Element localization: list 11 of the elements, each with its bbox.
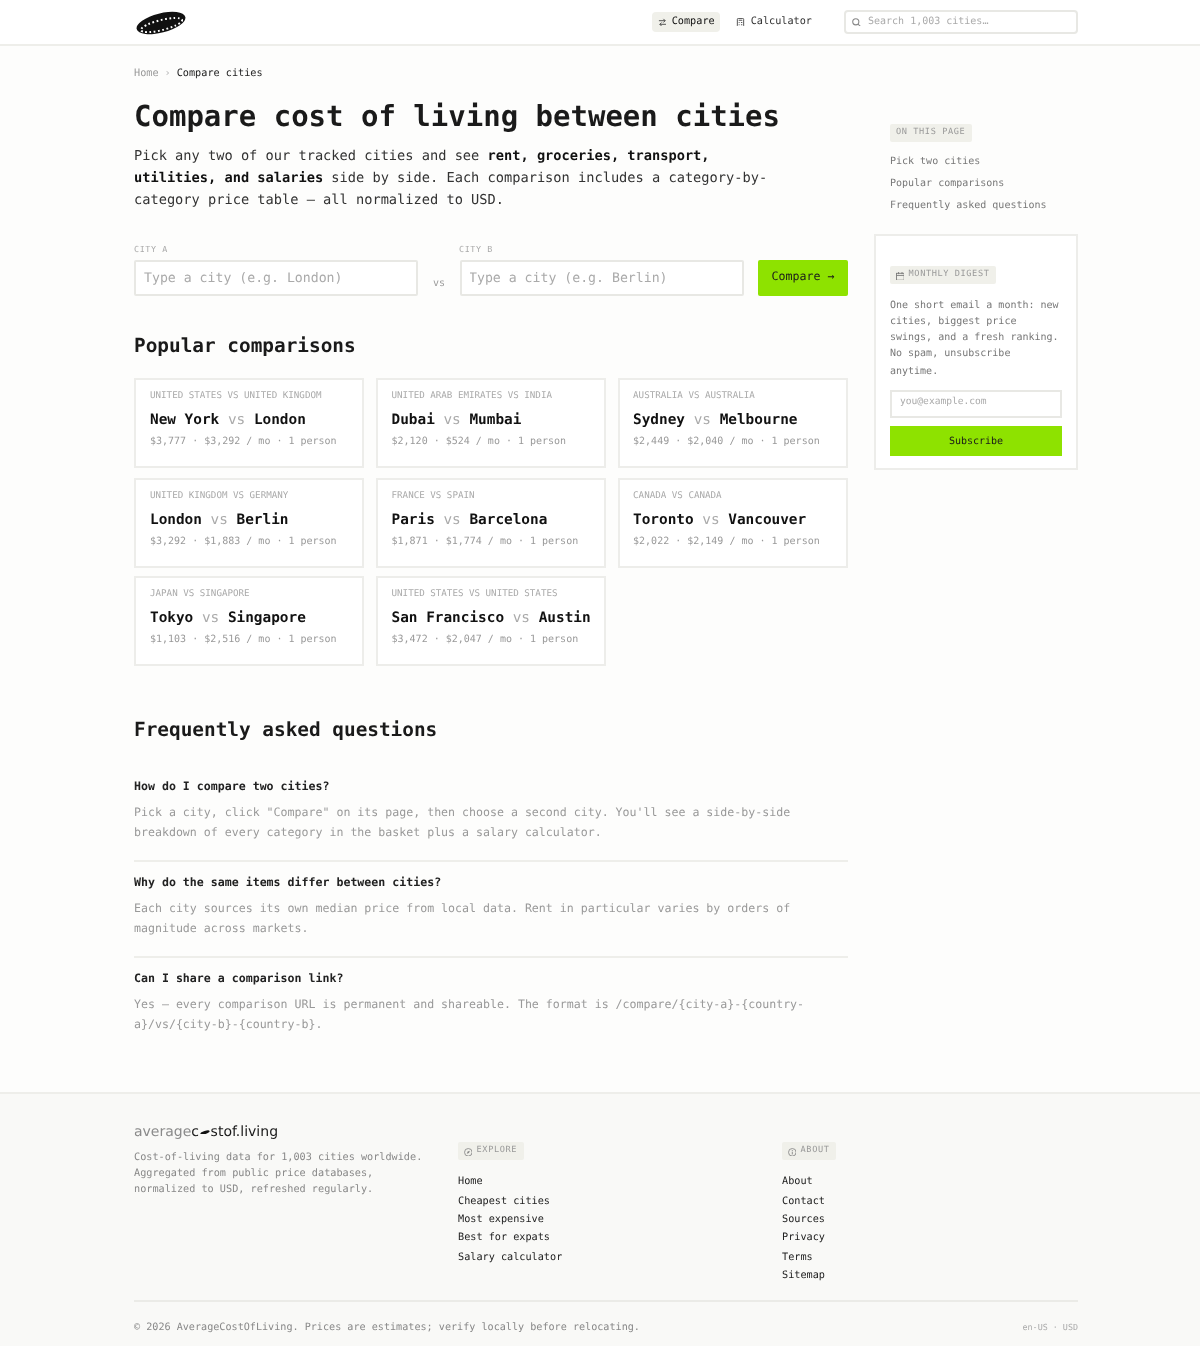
calculator-icon	[736, 17, 746, 27]
coin-icon[interactable]	[134, 9, 188, 35]
section-heading: Frequently asked questions	[134, 720, 440, 744]
coin-icon	[199, 1129, 210, 1135]
section-heading: Popular comparisons	[134, 336, 358, 360]
page-title: Compare cost of living between cities	[134, 100, 783, 136]
search-icon	[852, 17, 861, 27]
calendar-icon	[896, 271, 905, 280]
compass-icon	[464, 1147, 473, 1156]
swap-icon	[657, 17, 667, 27]
info-icon	[788, 1147, 797, 1156]
